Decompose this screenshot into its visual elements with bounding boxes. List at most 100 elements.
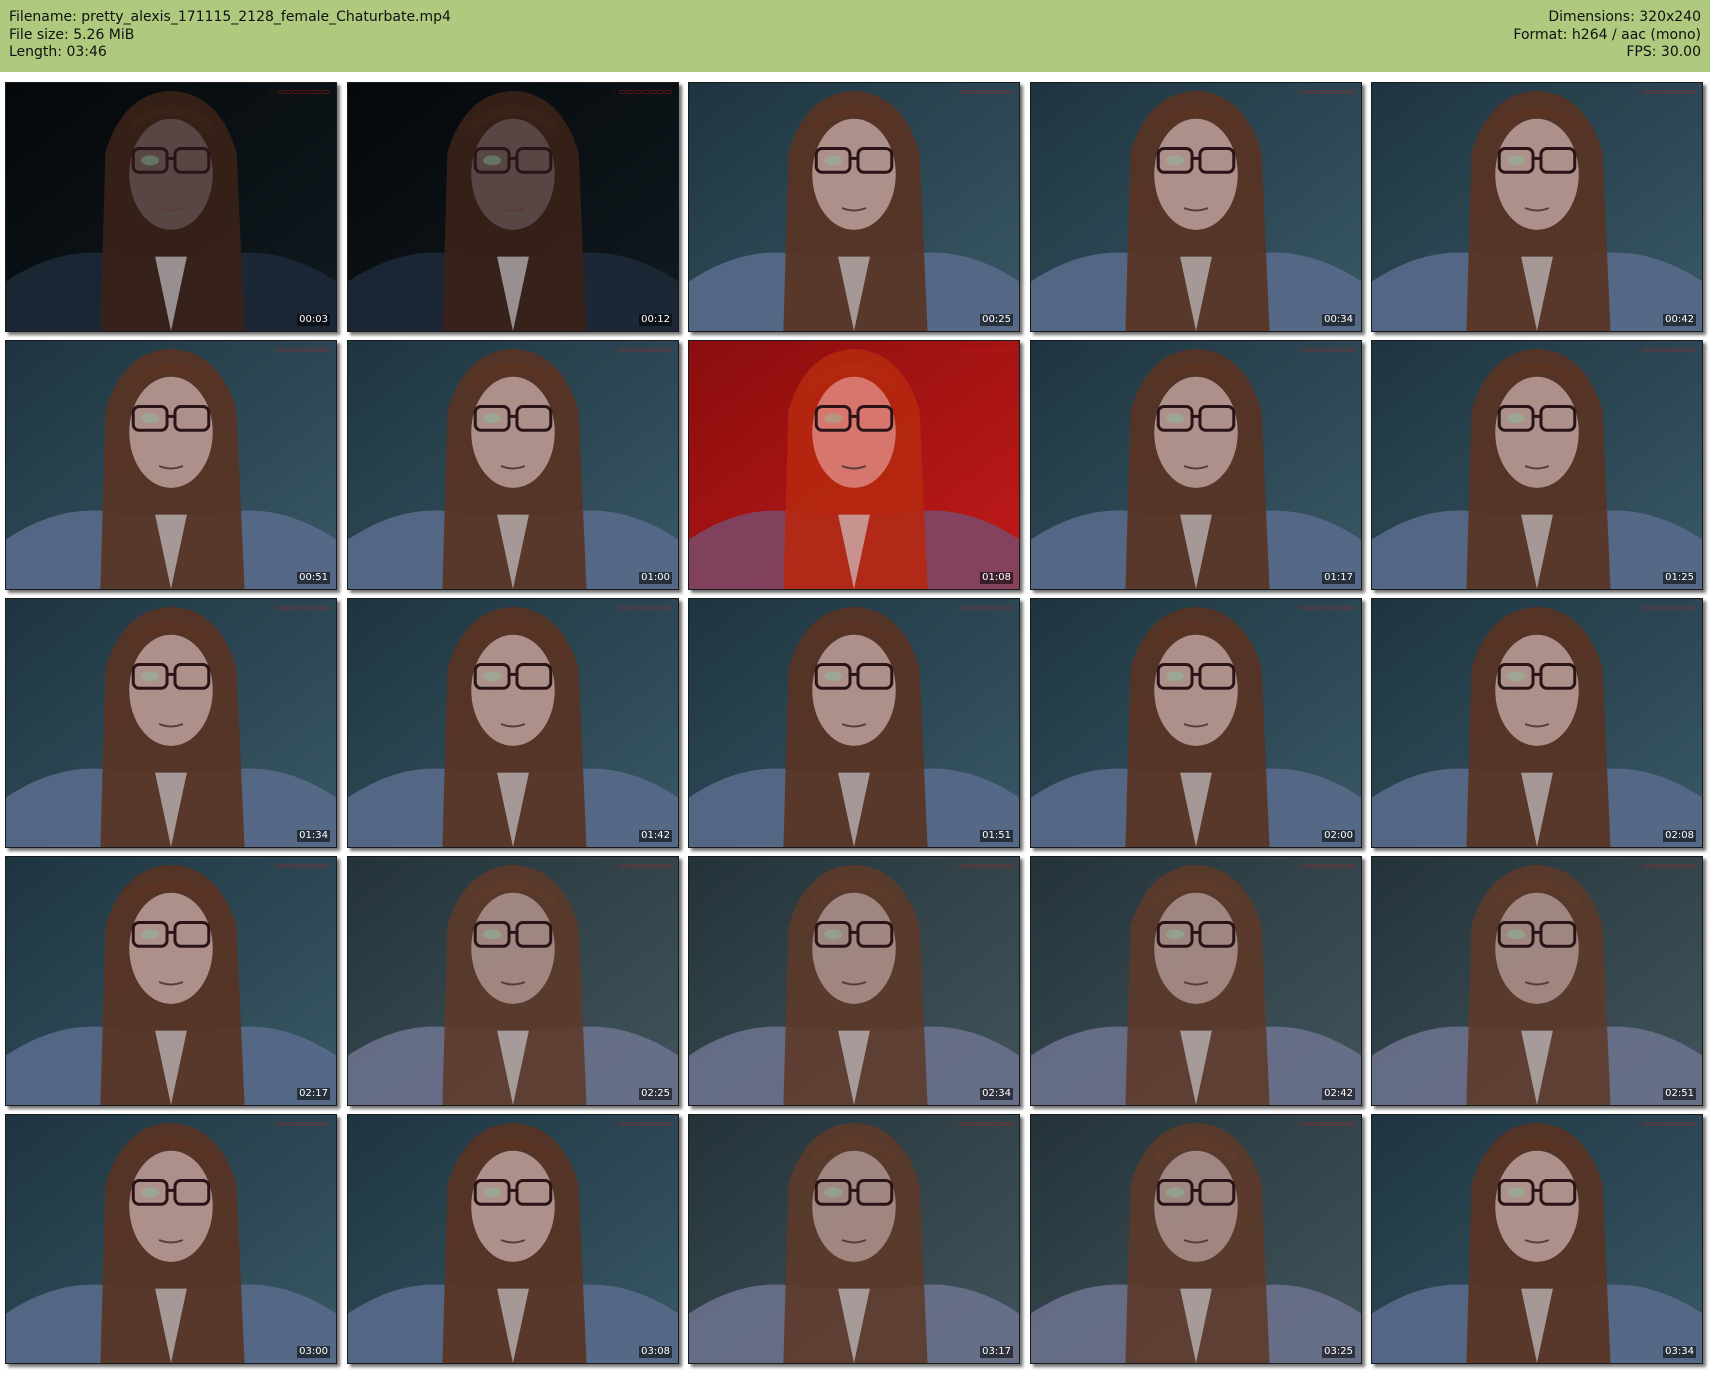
timestamp-label: 02:17 xyxy=(297,1088,330,1100)
timestamp-label: 00:34 xyxy=(1322,314,1355,326)
video-frame-image xyxy=(1372,83,1702,331)
timestamp-label: 01:08 xyxy=(980,572,1013,584)
timestamp-label: 03:17 xyxy=(980,1346,1013,1358)
video-frame-image xyxy=(1031,1115,1361,1363)
thumbnail-tile: ◦ ▭▭▭▭▭▭▭ 02:00 xyxy=(1030,598,1362,848)
video-frame-image xyxy=(6,341,336,589)
timestamp-label: 03:08 xyxy=(639,1346,672,1358)
format-text: Format: h264 / aac (mono) xyxy=(1513,26,1701,43)
video-frame-image xyxy=(689,599,1019,847)
watermark-mark: ◦ ▭▭▭▭▭▭▭ xyxy=(1294,603,1355,612)
thumbnail-tile: ◦ ▭▭▭▭▭▭▭ 03:08 xyxy=(347,1114,679,1364)
thumbnail-tile: ◦ ▭▭▭▭▭▭▭ 03:17 xyxy=(688,1114,1020,1364)
timestamp-label: 01:51 xyxy=(980,830,1013,842)
watermark-mark: ◦ ▭▭▭▭▭▭▭ xyxy=(269,345,330,354)
length-text: Length: 03:46 xyxy=(9,44,107,60)
file-info-left: Filename: pretty_alexis_171115_2128_fema… xyxy=(9,9,451,62)
thumbnail-tile: ◦ ▭▭▭▭▭▭▭ 01:51 xyxy=(688,598,1020,848)
watermark-mark: ◦ ▭▭▭▭▭▭▭ xyxy=(952,603,1013,612)
timestamp-label: 01:00 xyxy=(639,572,672,584)
timestamp-label: 01:17 xyxy=(1322,572,1355,584)
timestamp-label: 03:00 xyxy=(297,1346,330,1358)
video-frame-image xyxy=(689,83,1019,331)
video-frame-image xyxy=(689,857,1019,1105)
timestamp-label: 00:51 xyxy=(297,572,330,584)
timestamp-label: 03:25 xyxy=(1322,1346,1355,1358)
timestamp-label: 02:51 xyxy=(1663,1088,1696,1100)
video-frame-image xyxy=(348,1115,678,1363)
video-frame-image xyxy=(1031,341,1361,589)
timestamp-label: 02:08 xyxy=(1663,830,1696,842)
info-header: Filename: pretty_alexis_171115_2128_fema… xyxy=(0,0,1710,72)
watermark-mark: ◦ ▭▭▭▭▭▭▭ xyxy=(952,345,1013,354)
watermark-mark: ◦ ▭▭▭▭▭▭▭ xyxy=(269,1119,330,1128)
timestamp-label: 01:42 xyxy=(639,830,672,842)
watermark-mark: ◦ ▭▭▭▭▭▭▭ xyxy=(1635,87,1696,96)
timestamp-label: 02:00 xyxy=(1322,830,1355,842)
timestamp-label: 00:25 xyxy=(980,314,1013,326)
watermark-mark: ◦ ▭▭▭▭▭▭▭ xyxy=(611,345,672,354)
thumbnail-tile: ◦ ▭▭▭▭▭▭▭ 00:51 xyxy=(5,340,337,590)
filename-text: Filename: pretty_alexis_171115_2128_fema… xyxy=(9,9,451,25)
watermark-mark: ◦ ▭▭▭▭▭▭▭ xyxy=(611,603,672,612)
video-frame-image xyxy=(1031,83,1361,331)
thumbnail-grid: ◦ ▭▭▭▭▭▭▭ 00:03 ◦ ▭▭▭▭▭▭▭ 00:12 ◦ ▭▭▭▭▭▭▭ 00:… xyxy=(0,80,1710,1370)
watermark-mark: ◦ ▭▭▭▭▭▭▭ xyxy=(1294,1119,1355,1128)
thumbnail-tile: ◦ ▭▭▭▭▭▭▭ 03:25 xyxy=(1030,1114,1362,1364)
timestamp-label: 01:34 xyxy=(297,830,330,842)
thumbnail-tile: ◦ ▭▭▭▭▭▭▭ 01:00 xyxy=(347,340,679,590)
video-frame-image xyxy=(348,341,678,589)
video-frame-image xyxy=(1372,341,1702,589)
thumbnail-tile: ◦ ▭▭▭▭▭▭▭ 00:12 xyxy=(347,82,679,332)
timestamp-label: 01:25 xyxy=(1663,572,1696,584)
thumbnail-tile: ◦ ▭▭▭▭▭▭▭ 03:34 xyxy=(1371,1114,1703,1364)
video-frame-image xyxy=(689,341,1019,589)
watermark-mark: ◦ ▭▭▭▭▭▭▭ xyxy=(611,1119,672,1128)
watermark-mark: ◦ ▭▭▭▭▭▭▭ xyxy=(1635,345,1696,354)
thumbnail-tile: ◦ ▭▭▭▭▭▭▭ 02:08 xyxy=(1371,598,1703,848)
timestamp-label: 02:34 xyxy=(980,1088,1013,1100)
timestamp-label: 02:25 xyxy=(639,1088,672,1100)
thumbnail-tile: ◦ ▭▭▭▭▭▭▭ 01:08 xyxy=(688,340,1020,590)
watermark-mark: ◦ ▭▭▭▭▭▭▭ xyxy=(1294,861,1355,870)
video-frame-image xyxy=(1372,599,1702,847)
timestamp-label: 00:42 xyxy=(1663,314,1696,326)
thumbnail-tile: ◦ ▭▭▭▭▭▭▭ 00:42 xyxy=(1371,82,1703,332)
watermark-mark: ◦ ▭▭▭▭▭▭▭ xyxy=(1635,861,1696,870)
thumbnail-tile: ◦ ▭▭▭▭▭▭▭ 02:25 xyxy=(347,856,679,1106)
watermark-mark: ◦ ▭▭▭▭▭▭▭ xyxy=(1635,603,1696,612)
thumbnail-tile: ◦ ▭▭▭▭▭▭▭ 03:00 xyxy=(5,1114,337,1364)
timestamp-label: 03:34 xyxy=(1663,1346,1696,1358)
thumbnail-tile: ◦ ▭▭▭▭▭▭▭ 01:42 xyxy=(347,598,679,848)
timestamp-label: 02:42 xyxy=(1322,1088,1355,1100)
watermark-mark: ◦ ▭▭▭▭▭▭▭ xyxy=(269,603,330,612)
video-frame-image xyxy=(1372,857,1702,1105)
video-frame-image xyxy=(6,83,336,331)
timestamp-label: 00:03 xyxy=(297,314,330,326)
thumbnail-tile: ◦ ▭▭▭▭▭▭▭ 02:51 xyxy=(1371,856,1703,1106)
watermark-mark: ◦ ▭▭▭▭▭▭▭ xyxy=(952,87,1013,96)
timestamp-label: 00:12 xyxy=(639,314,672,326)
video-frame-image xyxy=(348,83,678,331)
thumbnail-tile: ◦ ▭▭▭▭▭▭▭ 02:34 xyxy=(688,856,1020,1106)
video-frame-image xyxy=(689,1115,1019,1363)
thumbnail-tile: ◦ ▭▭▭▭▭▭▭ 00:34 xyxy=(1030,82,1362,332)
dimensions-text: Dimensions: 320x240 xyxy=(1548,9,1701,25)
thumbnail-tile: ◦ ▭▭▭▭▭▭▭ 01:17 xyxy=(1030,340,1362,590)
video-frame-image xyxy=(1372,1115,1702,1363)
video-frame-image xyxy=(6,857,336,1105)
file-info-right: Dimensions: 320x240 Format: h264 / aac (… xyxy=(1513,9,1701,62)
watermark-mark: ◦ ▭▭▭▭▭▭▭ xyxy=(1294,87,1355,96)
watermark-mark: ◦ ▭▭▭▭▭▭▭ xyxy=(1635,1119,1696,1128)
fps-text: FPS: 30.00 xyxy=(1626,44,1701,60)
video-frame-image xyxy=(348,599,678,847)
watermark-mark: ◦ ▭▭▭▭▭▭▭ xyxy=(952,1119,1013,1128)
filesize-text: File size: 5.26 MiB xyxy=(9,26,135,43)
watermark-mark: ◦ ▭▭▭▭▭▭▭ xyxy=(1294,345,1355,354)
thumbnail-tile: ◦ ▭▭▭▭▭▭▭ 02:42 xyxy=(1030,856,1362,1106)
watermark-mark: ◦ ▭▭▭▭▭▭▭ xyxy=(269,87,330,96)
video-frame-image xyxy=(348,857,678,1105)
video-frame-image xyxy=(1031,857,1361,1105)
video-frame-image xyxy=(1031,599,1361,847)
thumbnail-tile: ◦ ▭▭▭▭▭▭▭ 00:03 xyxy=(5,82,337,332)
